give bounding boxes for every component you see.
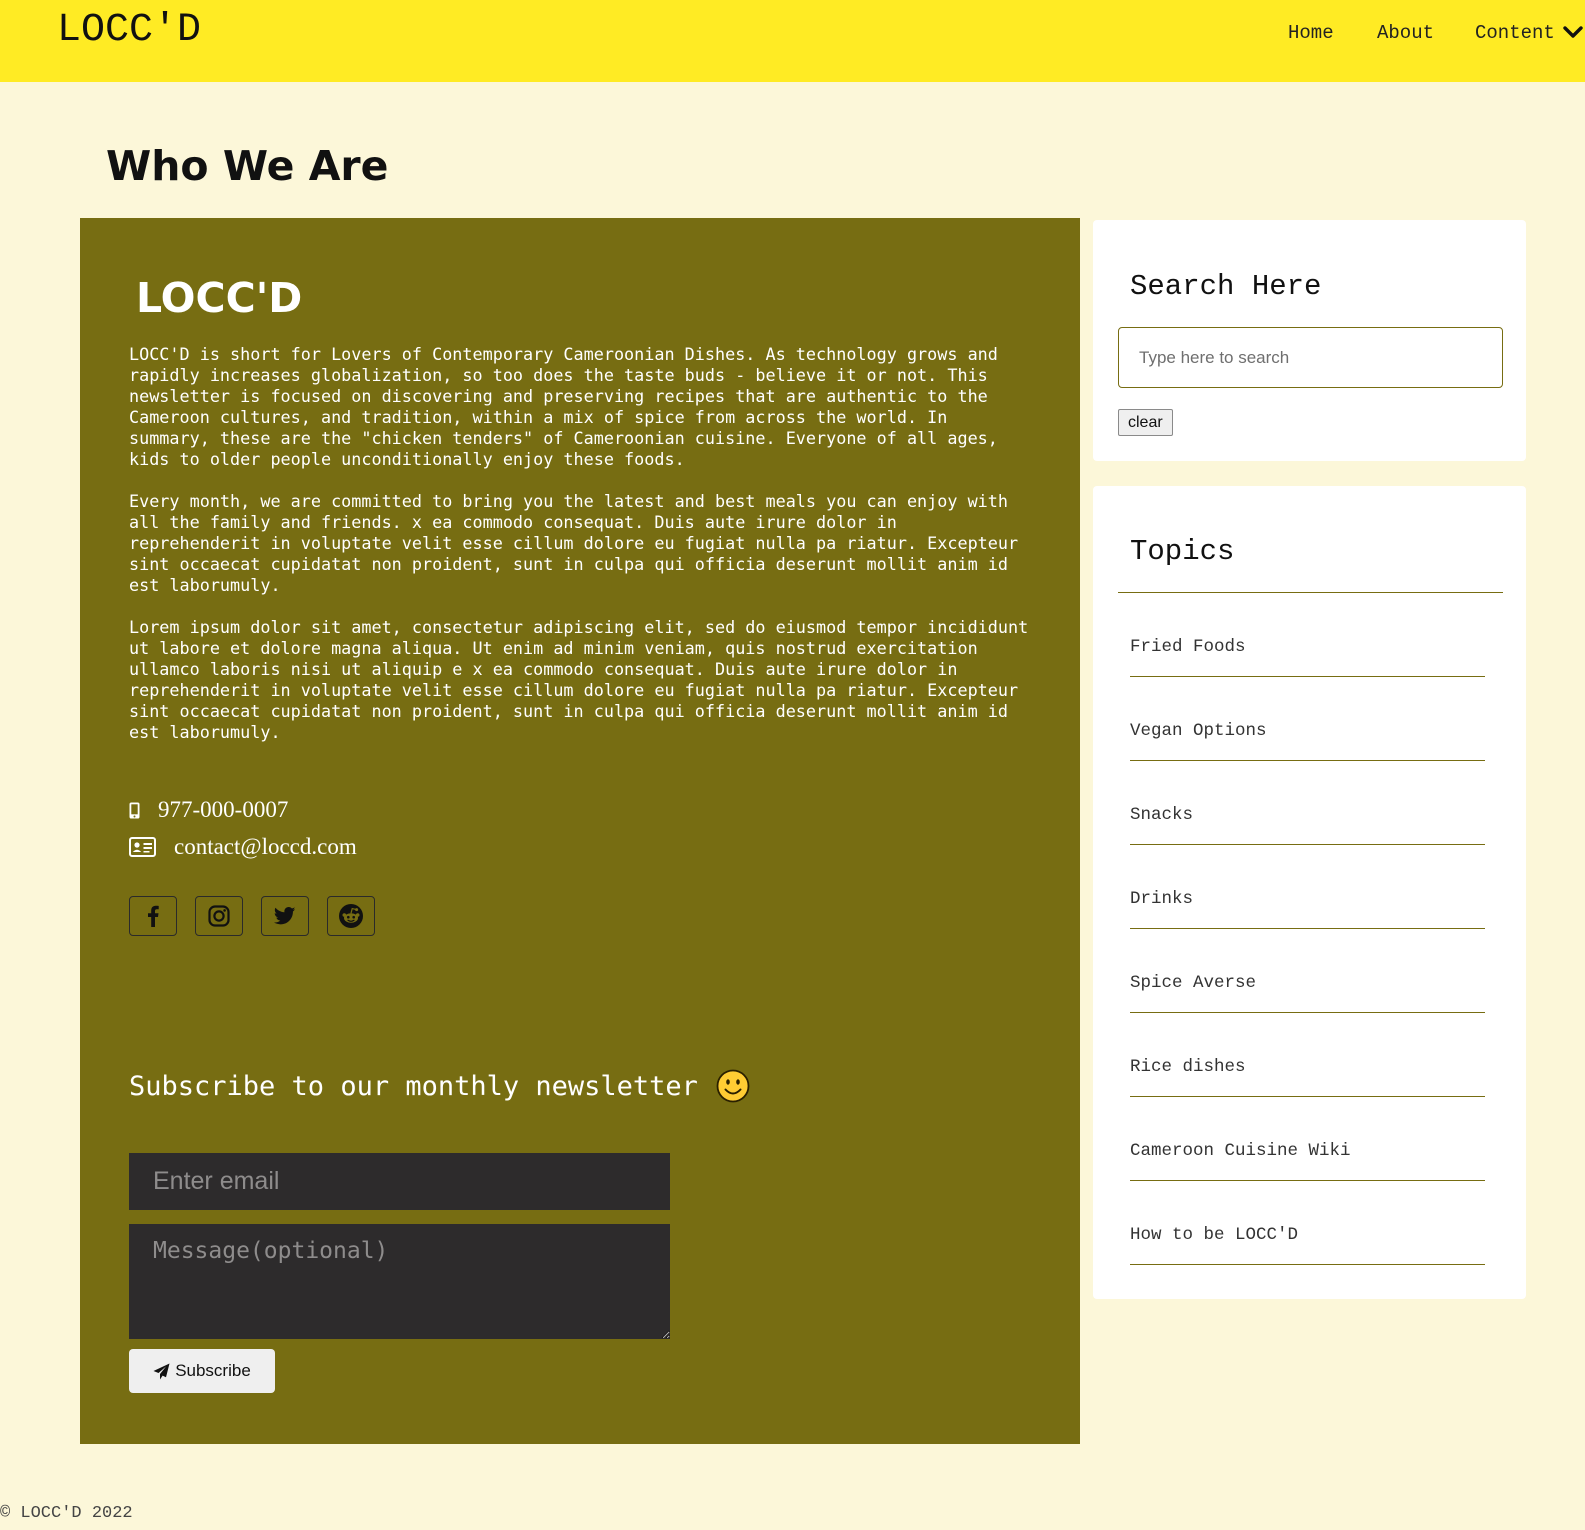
reddit-button[interactable] <box>327 896 375 936</box>
topic-link-vegan-options[interactable]: Vegan Options <box>1130 677 1485 761</box>
newsletter-heading: Subscribe to our monthly newsletter <box>129 1069 750 1103</box>
twitter-button[interactable] <box>261 896 309 936</box>
newsletter-email-input[interactable] <box>129 1153 670 1210</box>
about-paragraph: Every month, we are committed to bring y… <box>129 491 1019 595</box>
search-card: Search Here clear <box>1093 220 1526 461</box>
subscribe-button[interactable]: Subscribe <box>129 1349 275 1393</box>
contact-phone: 977-000-0007 <box>129 797 288 823</box>
clear-search-button[interactable]: clear <box>1118 409 1173 436</box>
nav-dropdown-content[interactable]: Content <box>1475 22 1555 44</box>
topic-link-drinks[interactable]: Drinks <box>1130 845 1485 929</box>
reddit-icon <box>339 904 363 928</box>
facebook-button[interactable] <box>129 896 177 936</box>
search-card-title: Search Here <box>1130 270 1322 303</box>
search-input[interactable] <box>1118 327 1503 388</box>
nav-link-home[interactable]: Home <box>1288 22 1334 44</box>
newsletter-title: Subscribe to our monthly newsletter <box>129 1070 698 1102</box>
nav-link-about[interactable]: About <box>1377 22 1434 44</box>
about-panel: LOCC'D LOCC'D is short for Lovers of Con… <box>80 218 1080 1444</box>
facebook-icon <box>148 905 159 927</box>
email-address[interactable]: contact@loccd.com <box>174 834 357 860</box>
footer-copyright: © LOCC'D 2022 <box>0 1504 133 1523</box>
contact-email: contact@loccd.com <box>129 834 357 860</box>
page-title: Who We Are <box>106 142 389 190</box>
top-navbar: LOCC'D Home About Content <box>0 0 1585 82</box>
topics-list: Fried Foods Vegan Options Snacks Drinks … <box>1130 593 1485 1265</box>
topics-card-title: Topics <box>1130 535 1235 568</box>
smiley-face-icon <box>716 1069 750 1103</box>
topic-link-fried-foods[interactable]: Fried Foods <box>1130 593 1485 677</box>
paper-plane-icon <box>153 1363 170 1379</box>
instagram-icon <box>208 905 230 927</box>
topics-card: Topics Fried Foods Vegan Options Snacks … <box>1093 486 1526 1299</box>
topic-link-spice-averse[interactable]: Spice Averse <box>1130 929 1485 1013</box>
address-card-icon <box>129 837 156 857</box>
phone-number[interactable]: 977-000-0007 <box>158 797 288 823</box>
topic-link-cameroon-cuisine-wiki[interactable]: Cameroon Cuisine Wiki <box>1130 1097 1485 1181</box>
subscribe-button-label: Subscribe <box>175 1361 251 1380</box>
instagram-button[interactable] <box>195 896 243 936</box>
panel-brand-heading: LOCC'D <box>136 274 303 322</box>
chevron-down-icon[interactable] <box>1563 26 1583 40</box>
twitter-icon <box>274 907 296 925</box>
about-paragraph: LOCC'D is short for Lovers of Contempora… <box>129 344 998 469</box>
about-paragraph: Lorem ipsum dolor sit amet, consectetur … <box>129 617 1029 742</box>
brand-logo[interactable]: LOCC'D <box>57 8 201 53</box>
topic-link-snacks[interactable]: Snacks <box>1130 761 1485 845</box>
topic-link-how-to-be-loccd[interactable]: How to be LOCC'D <box>1130 1181 1485 1265</box>
mobile-phone-icon <box>129 802 140 818</box>
newsletter-message-textarea[interactable] <box>129 1224 670 1339</box>
topic-link-rice-dishes[interactable]: Rice dishes <box>1130 1013 1485 1097</box>
